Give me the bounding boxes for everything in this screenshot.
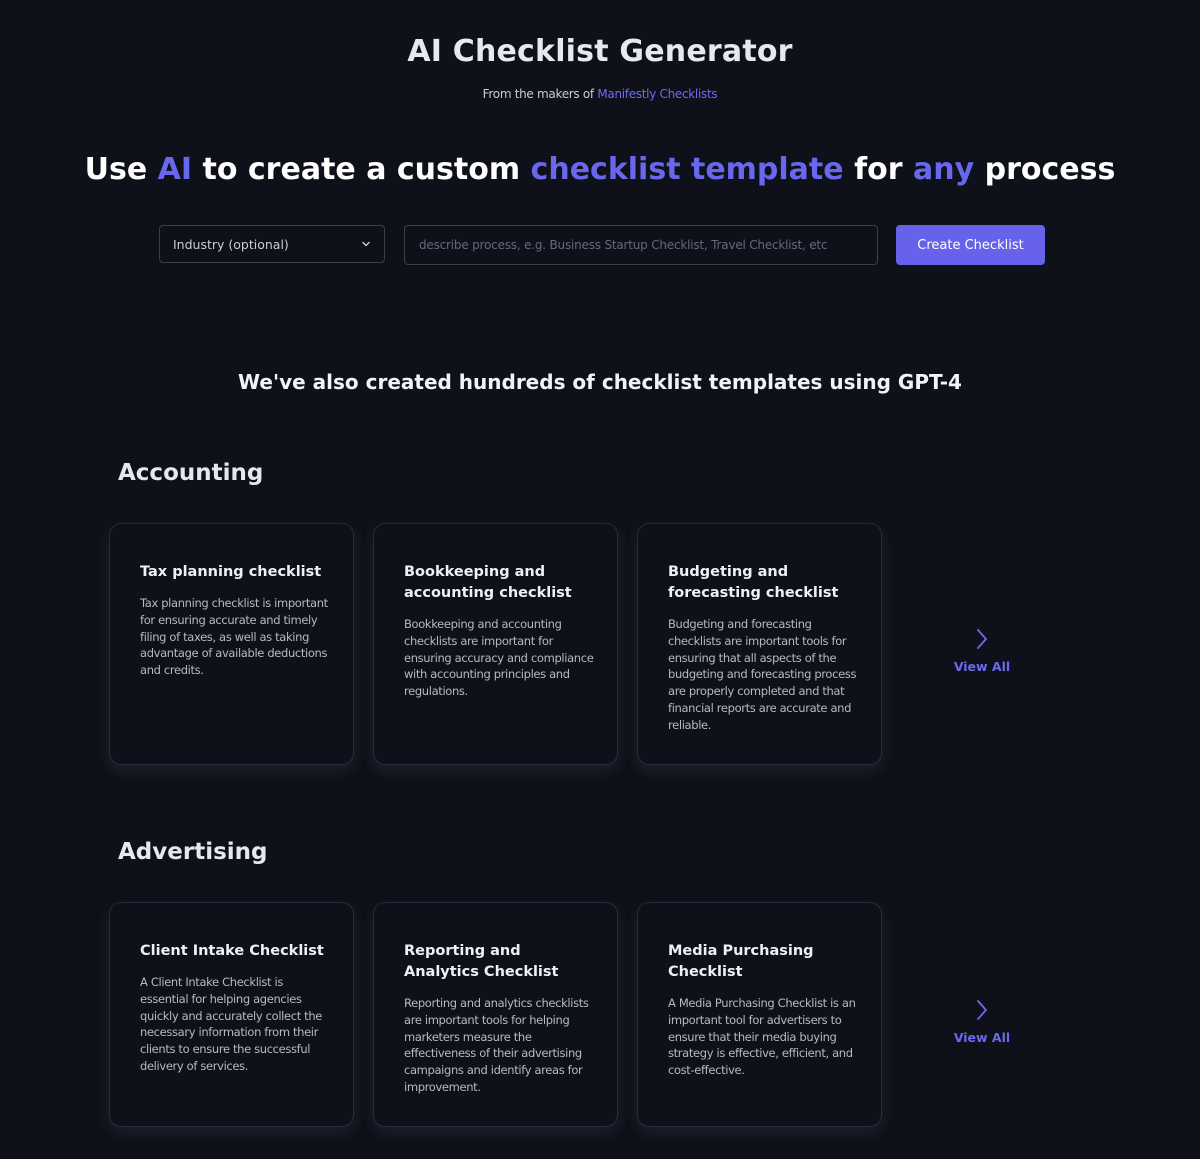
hero-accent-ai: AI — [157, 152, 193, 187]
subtitle-prefix: From the makers of — [482, 87, 594, 101]
category-title-accounting: Accounting — [118, 460, 264, 486]
card-description: A Client Intake Checklist is essential f… — [140, 975, 322, 1073]
card-description: Bookkeeping and accounting checklists ar… — [404, 617, 594, 699]
hero-headline: Use AI to create a custom checklist temp… — [0, 152, 1200, 187]
industry-select[interactable]: Industry (optional) — [159, 225, 385, 263]
view-all-label: View All — [953, 659, 1011, 674]
card-title: Client Intake Checklist — [140, 943, 324, 959]
hero-text-2: to create a custom — [192, 152, 531, 187]
card-description: Reporting and analytics checklists are i… — [404, 996, 589, 1094]
category-title-advertising: Advertising — [118, 839, 268, 865]
page-title: AI Checklist Generator — [407, 34, 793, 69]
card-title: Bookkeeping and accounting checklist — [404, 564, 572, 601]
card-title: Reporting and Analytics Checklist — [404, 943, 559, 980]
chevron-down-icon — [362, 241, 370, 247]
card-title: Tax planning checklist — [140, 564, 322, 580]
hero-accent-checklist-template: checklist template — [530, 152, 844, 187]
card-title: Media Purchasing Checklist — [668, 943, 814, 980]
create-checklist-button[interactable]: Create Checklist — [896, 225, 1045, 265]
template-card[interactable]: Reporting and Analytics Checklist Report… — [373, 902, 618, 1127]
template-card[interactable]: Bookkeeping and accounting checklist Boo… — [373, 523, 618, 765]
manifestly-link[interactable]: Manifestly Checklists — [597, 87, 717, 101]
hero-text-3: for — [843, 152, 913, 187]
chevron-right-icon — [977, 1000, 987, 1020]
templates-heading: We've also created hundreds of checklist… — [238, 370, 962, 394]
process-description-input[interactable] — [404, 225, 878, 265]
chevron-right-icon — [977, 629, 987, 649]
view-all-accounting[interactable]: View All — [942, 628, 1022, 674]
subtitle: From the makers of Manifestly Checklists — [0, 87, 1200, 101]
card-description: Budgeting and forecasting checklists are… — [668, 617, 857, 732]
industry-select-label: Industry (optional) — [173, 236, 289, 252]
view-all-label: View All — [953, 1030, 1011, 1045]
template-card[interactable]: Client Intake Checklist A Client Intake … — [109, 902, 354, 1127]
template-card[interactable]: Media Purchasing Checklist A Media Purch… — [637, 902, 882, 1127]
hero-text-4: process — [974, 152, 1116, 187]
card-title: Budgeting and forecasting checklist — [668, 564, 839, 601]
hero-accent-any: any — [912, 152, 975, 187]
hero-text-1: Use — [84, 152, 158, 187]
card-description: A Media Purchasing Checklist is an impor… — [668, 996, 856, 1078]
template-card[interactable]: Budgeting and forecasting checklist Budg… — [637, 523, 882, 765]
card-description: Tax planning checklist is important for … — [140, 596, 328, 678]
template-card[interactable]: Tax planning checklist Tax planning chec… — [109, 523, 354, 765]
view-all-advertising[interactable]: View All — [942, 999, 1022, 1045]
